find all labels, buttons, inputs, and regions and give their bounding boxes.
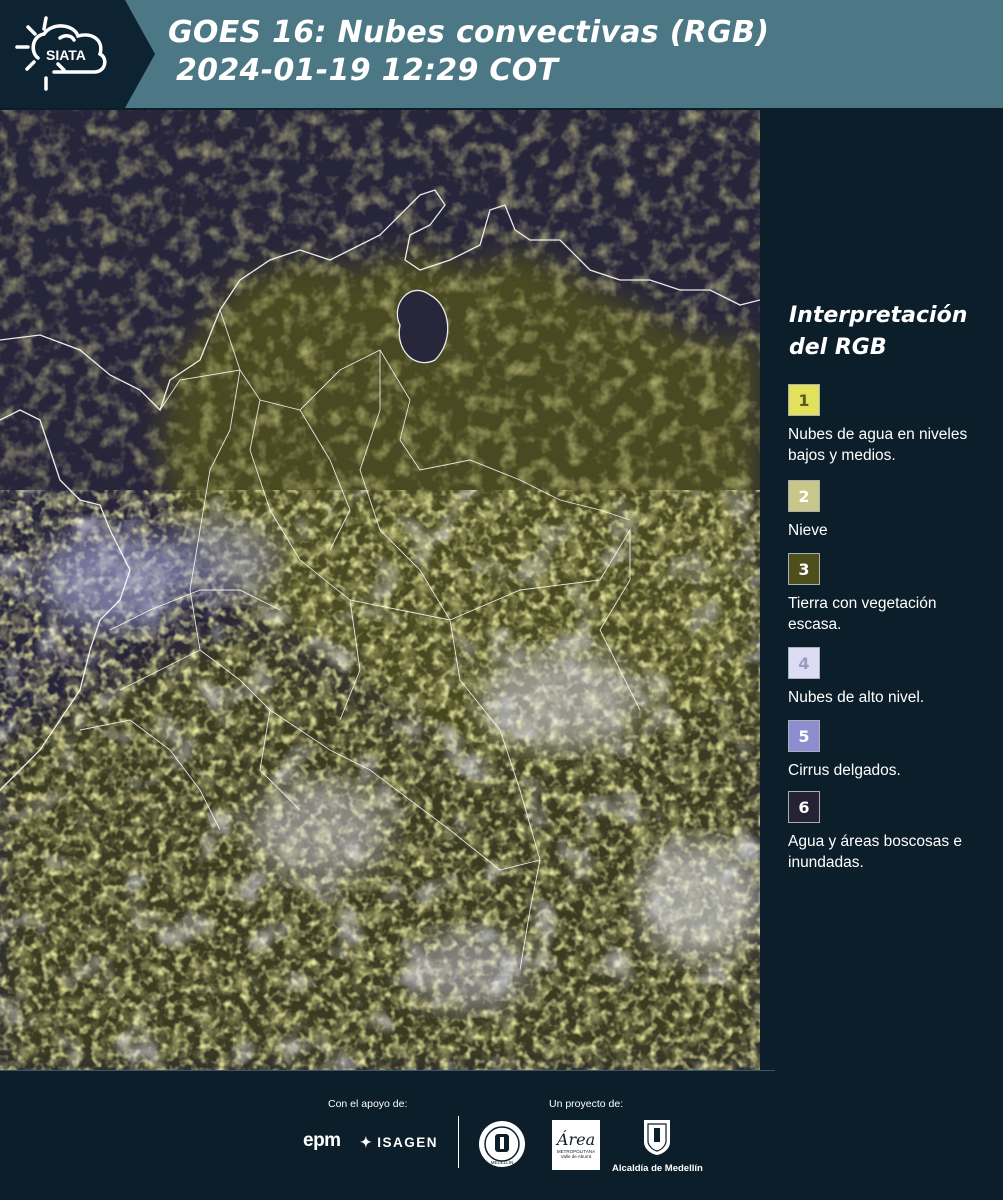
isagen-text: ISAGEN bbox=[377, 1135, 438, 1150]
legend-panel: Interpretación del RGB 1 Nubes de agua e… bbox=[762, 110, 1003, 1070]
page-title: GOES 16: Nubes convectivas (RGB) 2024-01… bbox=[168, 14, 769, 90]
project-label: Un proyecto de: bbox=[549, 1098, 624, 1110]
cirrus-patch-center bbox=[160, 520, 280, 600]
footer: Con el apoyo de: Un proyecto de: epm ✦ I… bbox=[0, 1070, 1003, 1200]
title-line-1: GOES 16: Nubes convectivas (RGB) bbox=[168, 15, 770, 50]
isagen-icon: ✦ bbox=[360, 1134, 374, 1150]
area-logo-name: Área bbox=[556, 1130, 596, 1149]
header-bar: SIATA GOES 16: Nubes convectivas (RGB) 2… bbox=[0, 0, 1003, 108]
legend-swatch-3: 3 bbox=[788, 553, 820, 585]
legend-title: Interpretación del RGB bbox=[789, 300, 967, 364]
satellite-image bbox=[0, 110, 760, 1070]
high-cloud-south bbox=[250, 780, 390, 880]
legend-label-6: Agua y áreas boscosas e inundadas. bbox=[788, 833, 963, 871]
legend-swatch-1: 1 bbox=[788, 384, 820, 416]
legend-swatch-6: 6 bbox=[788, 791, 820, 823]
high-cloud-bottom bbox=[410, 930, 530, 1010]
epm-logo: epm bbox=[303, 1130, 341, 1151]
area-logo-subtitle: METROPOLITANA Valle de Aburrá bbox=[556, 1149, 596, 1159]
legend-item-5: 5 Cirrus delgados. bbox=[788, 720, 988, 781]
legend-label-2: Nieve bbox=[788, 522, 828, 539]
siata-logo-text: SIATA bbox=[46, 47, 86, 63]
alcaldia-medellin-logo: Alcaldía de Medellín bbox=[612, 1118, 703, 1174]
title-line-2: 2024-01-19 12:29 COT bbox=[176, 53, 559, 88]
isagen-logo: ✦ ISAGEN bbox=[360, 1134, 438, 1151]
legend-title-line-1: Interpretación bbox=[789, 303, 968, 328]
siata-logo: SIATA bbox=[0, 0, 155, 108]
legend-label-1: Nubes de agua en niveles bajos y medios. bbox=[788, 426, 968, 464]
high-cloud-east bbox=[480, 650, 640, 750]
legend-swatch-5: 5 bbox=[788, 720, 820, 752]
legend-label-3: Tierra con vegetación escasa. bbox=[788, 595, 937, 633]
legend-swatch-4: 4 bbox=[788, 647, 820, 679]
legend-label-5: Cirrus delgados. bbox=[788, 762, 901, 779]
cirrus-patch-west bbox=[40, 530, 180, 630]
alcaldia-shield-icon bbox=[644, 1120, 670, 1155]
high-cloud-southeast bbox=[640, 840, 760, 960]
legend-item-6: 6 Agua y áreas boscosas e inundadas. bbox=[788, 791, 988, 873]
legend-label-4: Nubes de alto nivel. bbox=[788, 689, 925, 706]
support-label: Con el apoyo de: bbox=[328, 1098, 408, 1110]
footer-separator bbox=[458, 1116, 459, 1168]
medellin-seal-logo: MEDELLÍN bbox=[478, 1120, 526, 1172]
legend-title-line-2: del RGB bbox=[789, 335, 887, 360]
footer-divider bbox=[0, 1070, 775, 1071]
legend-item-3: 3 Tierra con vegetación escasa. bbox=[788, 553, 988, 635]
legend-item-2: 2 Nieve bbox=[788, 480, 988, 541]
legend-swatch-2: 2 bbox=[788, 480, 820, 512]
area-metropolitana-logo: Área METROPOLITANA Valle de Aburrá bbox=[552, 1120, 600, 1170]
seal-text: MEDELLÍN bbox=[491, 1159, 514, 1165]
legend-item-4: 4 Nubes de alto nivel. bbox=[788, 647, 988, 708]
alcaldia-label: Alcaldía de Medellín bbox=[612, 1163, 703, 1174]
legend-item-1: 1 Nubes de agua en niveles bajos y medio… bbox=[788, 384, 988, 466]
